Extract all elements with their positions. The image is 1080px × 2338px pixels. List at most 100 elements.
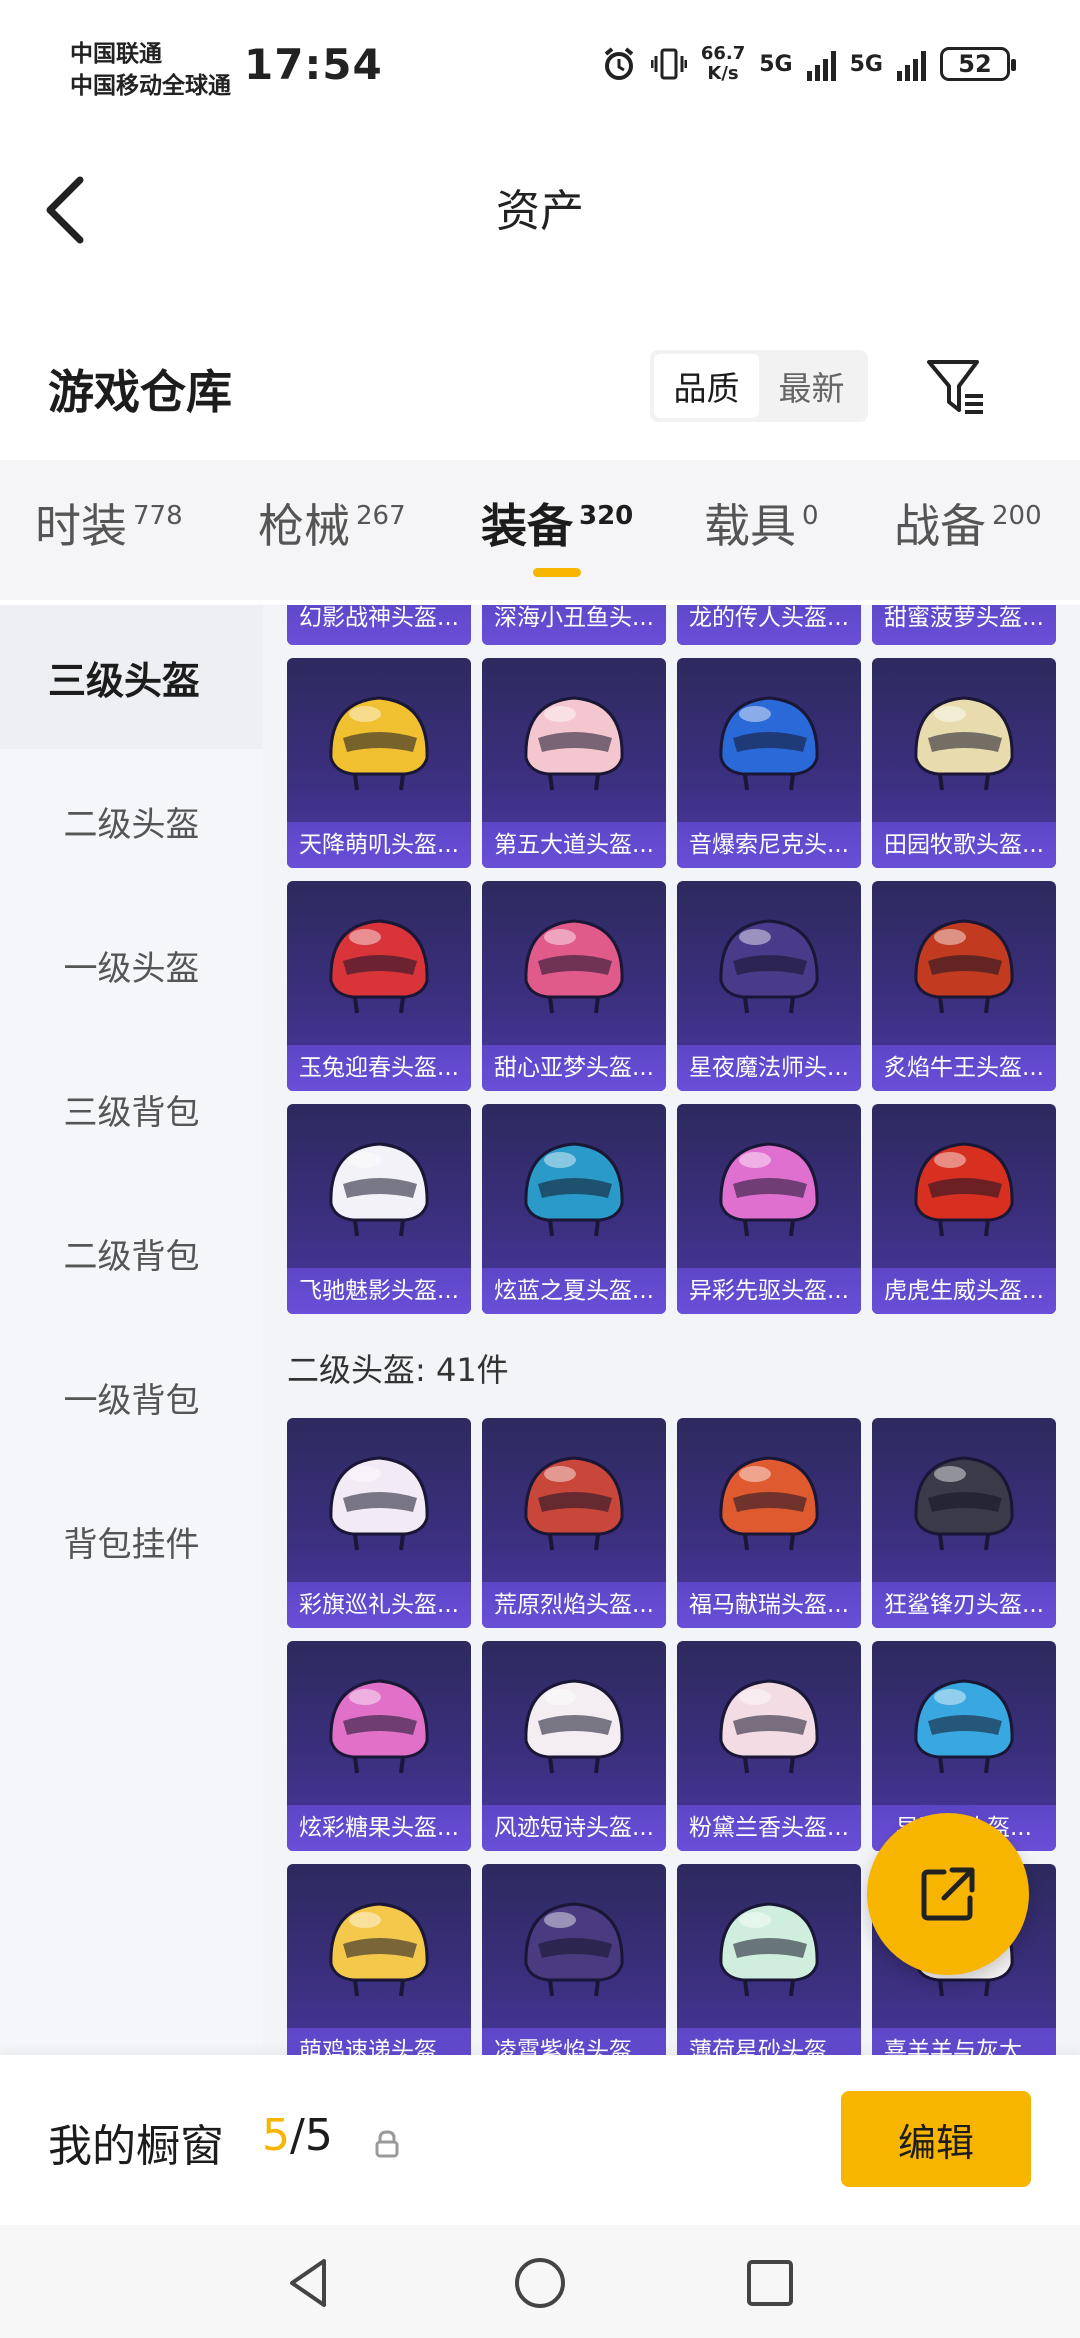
nav-recents-icon[interactable] (740, 2253, 800, 2313)
sidebar-item-level2-helmet[interactable]: 二级头盔 (0, 749, 263, 893)
status-bar: 中国联通 中国移动全球通 17:54 66.7 K/s 5G 5G 52 (0, 0, 1080, 130)
showcase-label: 我的橱窗 (48, 2121, 224, 2172)
item-card[interactable]: 薄荷星砂头盔... (677, 1864, 861, 2055)
warehouse-title: 游戏仓库 (48, 365, 232, 419)
battery-level: 52 (958, 50, 992, 78)
showcase-bar: 我的橱窗 5/5 编辑 (0, 2055, 1080, 2225)
showcase-total: /5 (290, 2110, 333, 2161)
net-speed-unit: K/s (707, 63, 739, 84)
item-card[interactable]: 幻影战神头盔... (287, 605, 471, 645)
sidebar-item-backpack-charm[interactable]: 背包挂件 (0, 1469, 263, 1613)
signal-icon (806, 47, 836, 81)
section-label-level2: 二级头盔: 41件 (287, 1351, 509, 1389)
edit-button[interactable]: 编辑 (841, 2091, 1031, 2187)
item-card[interactable]: 炙焰牛王头盔... (872, 881, 1056, 1091)
tab-count: 0 (802, 501, 819, 531)
helmet-image (719, 1679, 819, 1774)
item-card[interactable]: 粉黛兰香头盔... (677, 1641, 861, 1851)
share-fab[interactable] (867, 1813, 1029, 1975)
item-card[interactable]: 炫蓝之夏头盔... (482, 1104, 666, 1314)
sidebar-item-level1-backpack[interactable]: 一级背包 (0, 1325, 263, 1469)
tab-label: 时装 (35, 499, 127, 553)
helmet-image (914, 919, 1014, 1014)
item-name: 彩旗巡礼头盔... (287, 1582, 471, 1628)
item-card[interactable]: 飞驰魅影头盔... (287, 1104, 471, 1314)
network-type-2: 5G (849, 51, 883, 77)
share-icon (921, 1867, 975, 1921)
nav-back-icon[interactable] (280, 2253, 340, 2313)
tab-equipment[interactable]: 装备 320 (481, 490, 633, 556)
item-card[interactable]: 星夜魔法师头... (677, 881, 861, 1091)
item-card[interactable]: 第五大道头盔... (482, 658, 666, 868)
helmet-image (914, 1679, 1014, 1774)
item-name: 喜羊羊与灰太... (872, 2028, 1056, 2055)
helmet-image (524, 1142, 624, 1237)
filter-icon[interactable] (925, 356, 985, 418)
clock: 17:54 (244, 40, 383, 89)
top-app-bar: 资产 (0, 130, 1080, 280)
tab-fashion[interactable]: 时装 778 (35, 490, 183, 556)
item-card[interactable]: 凌霄紫焰头盔... (482, 1864, 666, 2055)
item-name: 炙焰牛王头盔... (872, 1045, 1056, 1091)
item-card[interactable]: 甜蜜菠萝头盔... (872, 605, 1056, 645)
item-name: 炫蓝之夏头盔... (482, 1268, 666, 1314)
tab-label: 枪械 (258, 499, 350, 553)
item-card[interactable]: 甜心亚梦头盔... (482, 881, 666, 1091)
sidebar-item-level1-helmet[interactable]: 一级头盔 (0, 893, 263, 1037)
net-speed: 66.7 K/s (701, 44, 745, 84)
tab-count: 320 (579, 501, 634, 531)
item-card[interactable]: 福马献瑞头盔... (677, 1418, 861, 1628)
item-card[interactable]: 田园牧歌头盔... (872, 658, 1056, 868)
carrier-1: 中国联通 (70, 41, 162, 67)
tab-weapons[interactable]: 枪械 267 (258, 490, 406, 556)
item-card[interactable]: 彩旗巡礼头盔... (287, 1418, 471, 1628)
category-tabs: 时装 778 枪械 267 装备 320 载具 0 战备 200 (0, 460, 1080, 600)
item-card[interactable]: 风迹短诗头盔... (482, 1641, 666, 1851)
net-speed-value: 66.7 (700, 43, 746, 64)
sort-option-latest[interactable]: 最新 (759, 354, 864, 418)
helmet-image (524, 696, 624, 791)
item-name: 炫彩糖果头盔... (287, 1805, 471, 1851)
item-card[interactable]: 狂鲨锋刃头盔... (872, 1418, 1056, 1628)
helmet-image (719, 1902, 819, 1997)
sort-option-quality[interactable]: 品质 (654, 354, 759, 418)
item-card[interactable]: 炫彩糖果头盔... (287, 1641, 471, 1851)
helmet-image (524, 1902, 624, 1997)
sidebar-item-level3-backpack[interactable]: 三级背包 (0, 1037, 263, 1181)
sidebar-item-level3-helmet[interactable]: 三级头盔 (0, 605, 263, 749)
item-card[interactable]: 萌鸡速递头盔... (287, 1864, 471, 2055)
battery-icon: 52 (940, 47, 1016, 81)
helmet-image (719, 1456, 819, 1551)
helmet-image (914, 1142, 1014, 1237)
carrier-info: 中国联通 中国移动全球通 (70, 38, 231, 102)
item-card[interactable]: 玉兔迎春头盔... (287, 881, 471, 1091)
item-name: 粉黛兰香头盔... (677, 1805, 861, 1851)
network-type-1: 5G (759, 51, 793, 77)
page-title: 资产 (496, 186, 584, 237)
item-name: 甜蜜菠萝头盔... (872, 605, 1056, 645)
sidebar-item-level2-backpack[interactable]: 二级背包 (0, 1181, 263, 1325)
item-name: 荒原烈焰头盔... (482, 1582, 666, 1628)
item-card[interactable]: 音爆索尼克头... (677, 658, 861, 868)
item-name: 龙的传人头盔... (677, 605, 861, 645)
helmet-image (329, 1902, 429, 1997)
item-card[interactable]: 深海小丑鱼头... (482, 605, 666, 645)
tab-count: 200 (992, 501, 1042, 531)
item-card[interactable]: 异彩先驱头盔... (677, 1104, 861, 1314)
item-card[interactable]: 龙的传人头盔... (677, 605, 861, 645)
tab-count: 778 (133, 501, 183, 531)
nav-home-icon[interactable] (510, 2253, 570, 2313)
item-card[interactable]: 荒原烈焰头盔... (482, 1418, 666, 1628)
helmet-image (524, 1679, 624, 1774)
item-name: 薄荷星砂头盔... (677, 2028, 861, 2055)
tab-gear[interactable]: 战备 200 (894, 490, 1042, 556)
system-nav-bar (0, 2225, 1080, 2338)
lock-icon (375, 2130, 399, 2158)
item-name: 田园牧歌头盔... (872, 822, 1056, 868)
helmet-image (329, 919, 429, 1014)
item-card[interactable]: 虎虎生威头盔... (872, 1104, 1056, 1314)
item-card[interactable]: 天降萌叽头盔... (287, 658, 471, 868)
active-tab-indicator (533, 568, 581, 577)
item-name: 风迹短诗头盔... (482, 1805, 666, 1851)
tab-vehicles[interactable]: 载具 0 (704, 490, 819, 556)
